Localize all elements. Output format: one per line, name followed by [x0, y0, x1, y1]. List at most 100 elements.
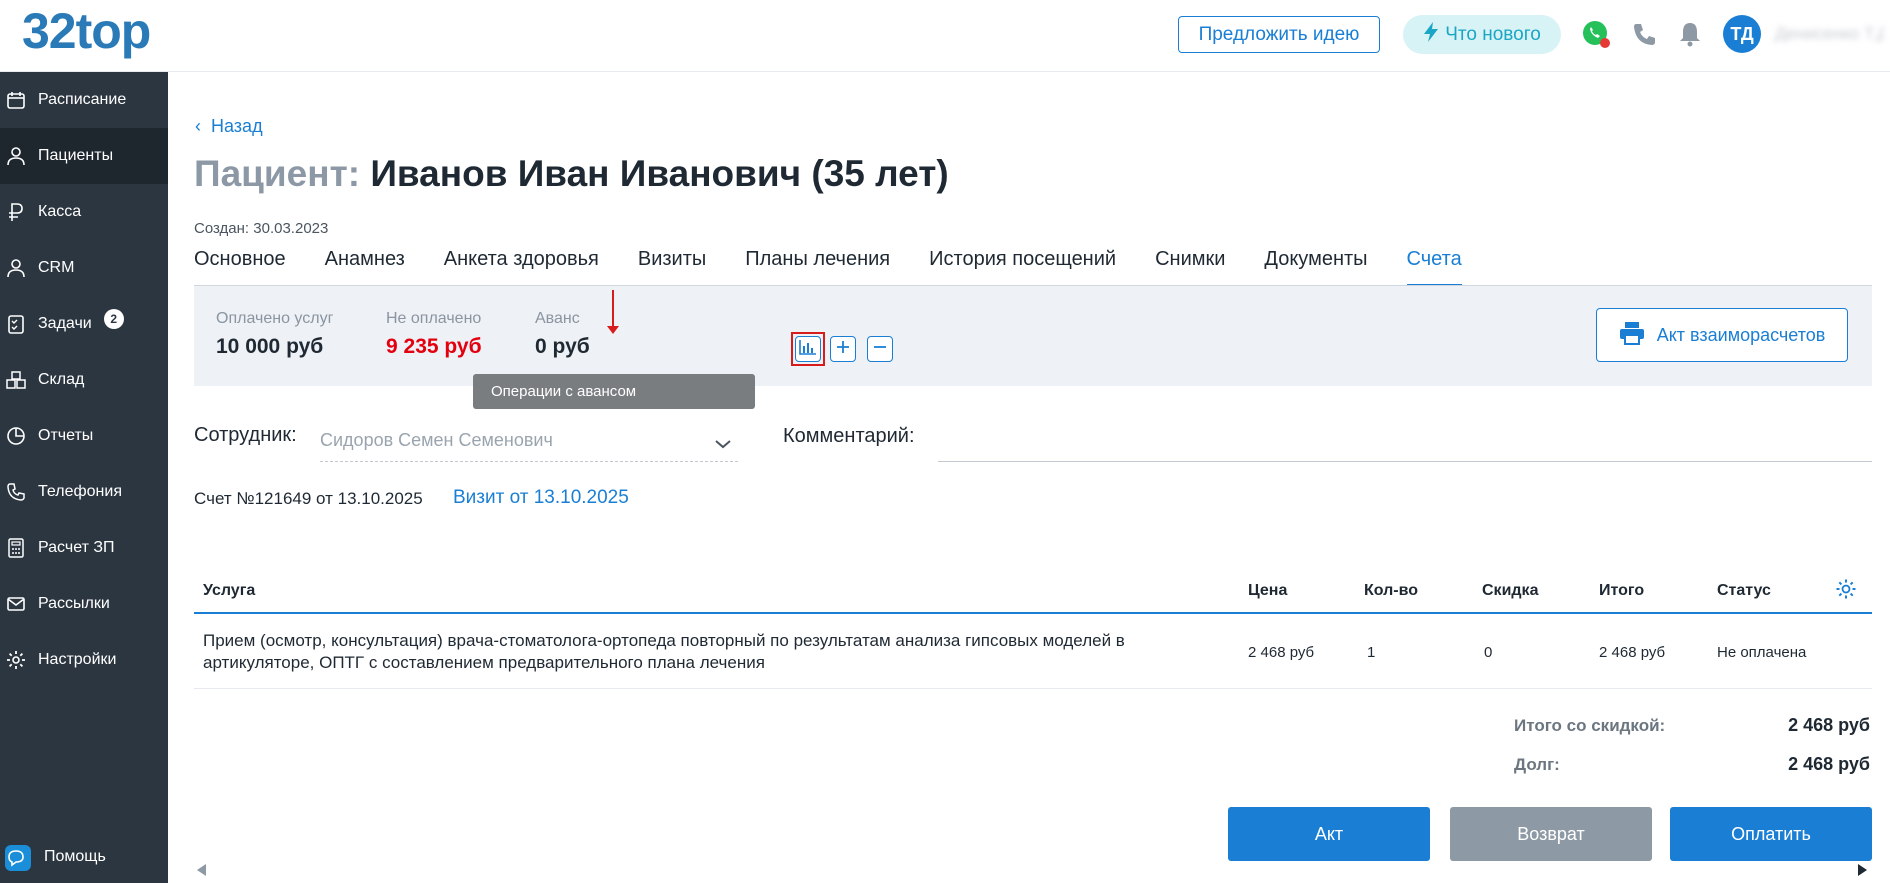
act-button[interactable]: Акт [1228, 807, 1430, 861]
sidebar: Расписание Пациенты Касса CRM Задачи 2 С… [0, 72, 168, 883]
mutual-settlement-act-label: Акт взаиморасчетов [1656, 324, 1826, 345]
page-title: Пациент: Иванов Иван Иванович (35 лет) [194, 153, 949, 195]
sidebar-item-payroll[interactable]: Расчет ЗП [0, 520, 168, 576]
gear-icon [6, 650, 26, 670]
user-icon [6, 146, 26, 166]
subtract-advance-button[interactable] [867, 336, 893, 362]
sidebar-item-crm[interactable]: CRM [0, 240, 168, 296]
gear-icon[interactable] [1835, 578, 1857, 605]
sidebar-item-tasks[interactable]: Задачи 2 [0, 296, 168, 352]
calculator-icon [6, 538, 26, 558]
table-header: Услуга Цена Кол-во Скидка Итого Статус [194, 570, 1872, 614]
tasks-icon [6, 314, 26, 334]
lightning-icon [1423, 21, 1439, 48]
title-label: Пациент: [194, 153, 361, 194]
unpaid-label: Не оплачено [386, 310, 482, 327]
tab-health-form[interactable]: Анкета здоровья [444, 248, 599, 286]
refund-button[interactable]: Возврат [1450, 807, 1652, 861]
help-chat-icon [5, 845, 31, 871]
advance-label: Аванс [535, 310, 580, 327]
help-label: Помощь [44, 848, 106, 865]
logo[interactable]: 32top [22, 2, 151, 60]
sidebar-item-warehouse[interactable]: Склад [0, 352, 168, 408]
phone-icon [6, 482, 26, 502]
comment-label: Комментарий: [783, 425, 915, 447]
add-advance-button[interactable] [830, 336, 856, 362]
service-qty: 1 [1367, 644, 1376, 661]
plus-icon [836, 340, 850, 359]
scroll-right-arrow[interactable] [1858, 864, 1867, 876]
sidebar-item-label: Пациенты [38, 147, 114, 164]
sidebar-item-telephony[interactable]: Телефония [0, 464, 168, 520]
user-name[interactable]: Денисенко Т.Д. [1775, 24, 1885, 44]
advance-operations-tooltip: Операции с авансом [473, 374, 755, 409]
visit-link[interactable]: Визит от 13.10.2025 [453, 487, 629, 509]
back-link[interactable]: ‹ Назад [195, 116, 263, 137]
comment-input[interactable] [938, 461, 1872, 462]
paid-label: Оплачено услуг [216, 310, 334, 327]
employee-label: Сотрудник: [194, 424, 297, 446]
help-button[interactable]: Помощь [0, 840, 168, 874]
paid-value: 10 000 руб [216, 335, 324, 358]
service-total: 2 468 руб [1599, 644, 1666, 661]
sidebar-item-label: Расчет ЗП [38, 539, 115, 556]
header-price: Цена [1248, 582, 1288, 599]
balance-summary: Оплачено услуг 10 000 руб Не оплачено 9 … [194, 286, 1872, 386]
tab-anamnesis[interactable]: Анамнез [325, 248, 405, 286]
bell-icon[interactable] [1674, 18, 1706, 50]
patient-name: Иванов Иван Иванович (35 лет) [370, 153, 949, 194]
mutual-settlement-act-button[interactable]: Акт взаиморасчетов [1596, 308, 1848, 362]
top-bar: 32top Предложить идею Что нового ТД Дени… [0, 0, 1890, 72]
invoice-number: Счет №121649 от 13.10.2025 [194, 489, 423, 508]
header-total: Итого [1599, 582, 1645, 599]
tab-main[interactable]: Основное [194, 248, 286, 286]
advance-value: 0 руб [535, 335, 590, 358]
service-name: Прием (осмотр, консультация) врача-стома… [203, 631, 1125, 672]
sidebar-item-label: Настройки [38, 651, 117, 668]
back-label: Назад [211, 116, 263, 136]
mail-icon [6, 594, 26, 614]
scroll-left-arrow[interactable] [197, 864, 206, 876]
annotation-arrow [607, 290, 619, 334]
avatar[interactable]: ТД [1723, 15, 1761, 53]
sidebar-item-label: Телефония [38, 483, 122, 500]
employee-select[interactable]: Сидоров Семен Семенович [320, 430, 738, 462]
whats-new-button[interactable]: Что нового [1403, 15, 1561, 54]
sidebar-item-settings[interactable]: Настройки [0, 632, 168, 688]
boxes-icon [6, 370, 26, 390]
unpaid-value: 9 235 руб [386, 335, 482, 358]
header-qty: Кол-во [1364, 582, 1419, 599]
phone-icon[interactable] [1628, 18, 1660, 50]
sidebar-item-label: Касса [38, 203, 82, 220]
header-service: Услуга [203, 582, 256, 599]
tab-documents[interactable]: Документы [1264, 248, 1367, 286]
chevron-down-icon [714, 434, 732, 455]
pay-button[interactable]: Оплатить [1670, 807, 1872, 861]
table-row[interactable]: Прием (осмотр, консультация) врача-стома… [194, 616, 1872, 689]
user-icon [6, 258, 26, 278]
whatsapp-icon[interactable] [1580, 18, 1612, 50]
service-discount: 0 [1484, 644, 1493, 661]
total-with-discount-label: Итого со скидкой: [1514, 716, 1666, 735]
employee-value: Сидоров Семен Семенович [320, 430, 553, 450]
sidebar-item-reports[interactable]: Отчеты [0, 408, 168, 464]
tab-visits[interactable]: Визиты [638, 248, 706, 286]
header-status: Статус [1717, 582, 1771, 599]
sidebar-item-cashbox[interactable]: Касса [0, 184, 168, 240]
debt-value: 2 468 руб [1788, 754, 1870, 774]
advance-operations-button[interactable] [795, 336, 821, 362]
tab-images[interactable]: Снимки [1155, 248, 1225, 286]
tab-treatment-plans[interactable]: Планы лечения [745, 248, 890, 286]
sidebar-item-patients[interactable]: Пациенты [0, 128, 168, 184]
tab-invoices[interactable]: Счета [1406, 248, 1462, 286]
tab-visit-history[interactable]: История посещений [929, 248, 1116, 286]
suggest-idea-button[interactable]: Предложить идею [1178, 16, 1380, 53]
sidebar-item-label: Расписание [38, 91, 127, 108]
calendar-icon [6, 90, 26, 110]
tasks-count-badge: 2 [103, 309, 124, 329]
sidebar-item-schedule[interactable]: Расписание [0, 72, 168, 128]
pie-chart-icon [6, 426, 26, 446]
created-date: Создан: 30.03.2023 [194, 220, 329, 237]
ruble-icon [6, 202, 26, 222]
sidebar-item-mailings[interactable]: Рассылки [0, 576, 168, 632]
